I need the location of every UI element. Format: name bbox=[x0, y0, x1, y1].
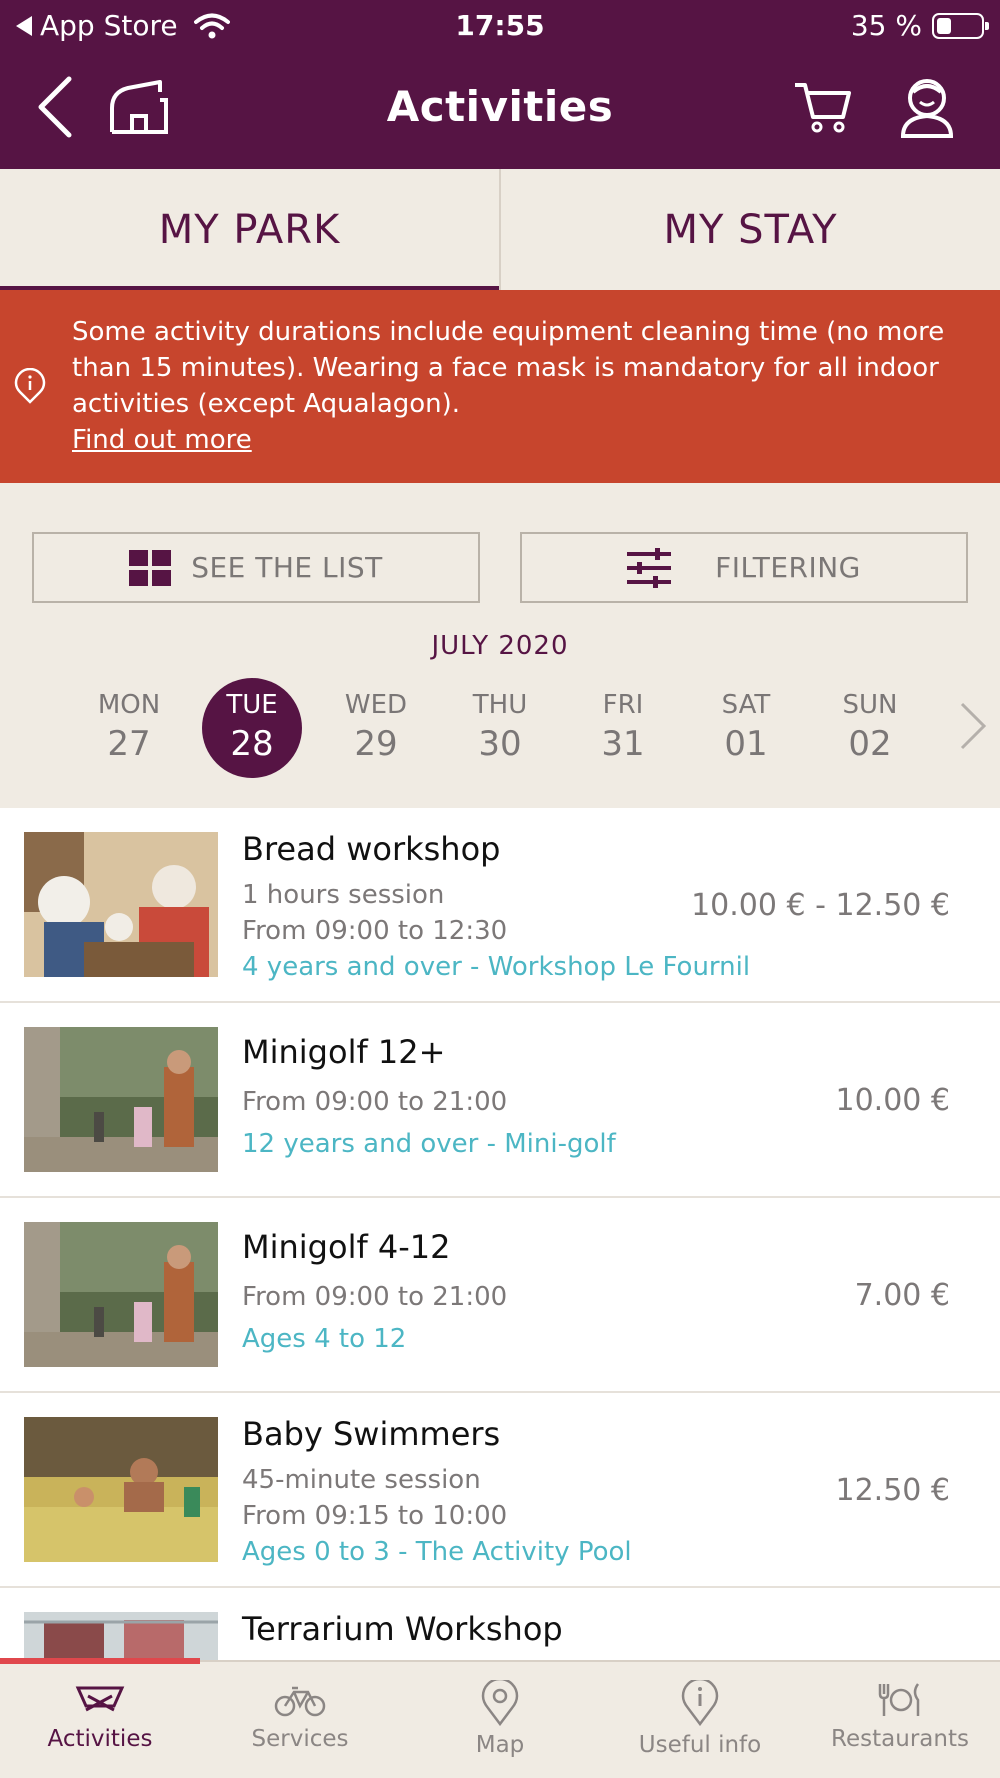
activity-tag: Ages 0 to 3 - The Activity Pool bbox=[242, 1537, 632, 1567]
nav-services-label: Services bbox=[251, 1726, 349, 1752]
scroll-progress-indicator bbox=[0, 1658, 200, 1664]
nav-restaurants-label: Restaurants bbox=[831, 1726, 969, 1752]
sliders-icon bbox=[627, 547, 672, 588]
day-date: 29 bbox=[354, 724, 398, 764]
see-the-list-button[interactable]: SEE THE LIST bbox=[32, 532, 480, 603]
activity-list: Bread workshop 1 hours session From 09:0… bbox=[0, 808, 1000, 1660]
activity-thumbnail bbox=[24, 1612, 218, 1660]
bread-workshop-photo bbox=[24, 832, 218, 977]
battery-icon bbox=[932, 12, 989, 39]
minigolf-photo bbox=[24, 1222, 218, 1367]
activity-session: 45-minute session bbox=[242, 1465, 481, 1495]
day-mon[interactable]: MON 27 bbox=[79, 678, 179, 778]
tab-my-park-label: MY PARK bbox=[158, 206, 341, 253]
alert-message: Some activity durations include equipmen… bbox=[72, 317, 945, 419]
activity-time: From 09:00 to 21:00 bbox=[242, 1087, 508, 1117]
day-name: MON bbox=[97, 690, 161, 720]
activity-price: 10.00 € - 12.50 € bbox=[691, 888, 950, 923]
day-thu[interactable]: THU 30 bbox=[450, 678, 550, 778]
activity-title: Minigolf 4-12 bbox=[242, 1228, 451, 1266]
activities-icon bbox=[75, 1686, 125, 1712]
tab-my-stay[interactable]: MY STAY bbox=[501, 169, 1000, 290]
activity-thumbnail bbox=[24, 1027, 218, 1172]
nav-useful-info-label: Useful info bbox=[638, 1732, 762, 1758]
cart-icon bbox=[795, 83, 851, 133]
info-icon bbox=[14, 368, 46, 404]
day-date: 02 bbox=[848, 724, 892, 764]
tab-my-stay-label: MY STAY bbox=[663, 206, 838, 253]
activity-time: From 09:00 to 12:30 bbox=[242, 916, 508, 946]
day-sat[interactable]: SAT 01 bbox=[696, 678, 796, 778]
covid-alert-banner: Some activity durations include equipmen… bbox=[0, 290, 1000, 483]
filtering-button[interactable]: FILTERING bbox=[520, 532, 968, 603]
filtering-label: FILTERING bbox=[715, 551, 861, 584]
day-sun[interactable]: SUN 02 bbox=[820, 678, 920, 778]
info-pin-icon bbox=[681, 1680, 719, 1726]
activity-thumbnail bbox=[24, 1417, 218, 1562]
calendar-month: JULY 2020 bbox=[431, 631, 569, 661]
park-stay-tabs: MY PARK MY STAY bbox=[0, 169, 1000, 290]
cart-button[interactable] bbox=[788, 72, 858, 142]
activity-row-minigolf-4-12[interactable]: Minigolf 4-12 From 09:00 to 21:00 Ages 4… bbox=[0, 1198, 1000, 1393]
day-name: THU bbox=[472, 690, 528, 720]
day-date: 27 bbox=[107, 724, 151, 764]
battery-status: 35 % bbox=[850, 9, 989, 42]
activity-title: Terrarium Workshop bbox=[242, 1610, 563, 1648]
day-name: SAT bbox=[721, 690, 771, 720]
activity-time: From 09:00 to 21:00 bbox=[242, 1282, 508, 1312]
bicycle-icon bbox=[274, 1686, 326, 1717]
activity-time: From 09:15 to 10:00 bbox=[242, 1501, 508, 1531]
cutlery-icon bbox=[878, 1683, 920, 1716]
activity-price: 7.00 € bbox=[854, 1278, 950, 1313]
terrarium-photo bbox=[24, 1612, 218, 1660]
day-date: 31 bbox=[601, 724, 645, 764]
activity-row-baby-swimmers[interactable]: Baby Swimmers 45-minute session From 09:… bbox=[0, 1393, 1000, 1588]
activity-row-minigolf-12[interactable]: Minigolf 12+ From 09:00 to 21:00 12 year… bbox=[0, 1003, 1000, 1198]
day-name: WED bbox=[344, 690, 408, 720]
activity-tag: 4 years and over - Workshop Le Fournil bbox=[242, 952, 751, 982]
profile-icon bbox=[900, 79, 954, 138]
day-wed[interactable]: WED 29 bbox=[326, 678, 426, 778]
day-tue-selected[interactable]: TUE 28 bbox=[202, 678, 302, 778]
nav-map[interactable]: Map bbox=[400, 1680, 600, 1758]
nav-activities[interactable]: Activities bbox=[0, 1680, 200, 1752]
day-date: 01 bbox=[724, 724, 768, 764]
activity-price: 12.50 € bbox=[835, 1473, 950, 1508]
next-week-chevron-icon[interactable] bbox=[958, 700, 988, 752]
activity-title: Baby Swimmers bbox=[242, 1415, 501, 1453]
minigolf-photo bbox=[24, 1027, 218, 1172]
battery-percent: 35 % bbox=[850, 9, 922, 42]
day-fri[interactable]: FRI 31 bbox=[573, 678, 673, 778]
day-date: 28 bbox=[230, 724, 274, 764]
baby-swimmers-photo bbox=[24, 1417, 218, 1562]
day-name: SUN bbox=[842, 690, 898, 720]
activity-row-bread-workshop[interactable]: Bread workshop 1 hours session From 09:0… bbox=[0, 808, 1000, 1003]
map-pin-icon bbox=[481, 1680, 519, 1726]
day-name: TUE bbox=[226, 690, 278, 720]
alert-body: Some activity durations include equipmen… bbox=[72, 314, 972, 458]
day-date: 30 bbox=[478, 724, 522, 764]
see-the-list-label: SEE THE LIST bbox=[191, 551, 383, 584]
nav-activities-label: Activities bbox=[47, 1726, 153, 1752]
nav-restaurants[interactable]: Restaurants bbox=[800, 1680, 1000, 1752]
activity-thumbnail bbox=[24, 832, 218, 977]
activity-price: 10.00 € bbox=[835, 1083, 950, 1118]
activity-tag: 12 years and over - Mini-golf bbox=[242, 1129, 616, 1159]
activity-thumbnail bbox=[24, 1222, 218, 1367]
profile-button[interactable] bbox=[892, 72, 962, 142]
nav-services[interactable]: Services bbox=[200, 1680, 400, 1752]
activity-session: 1 hours session bbox=[242, 880, 445, 910]
tab-my-park[interactable]: MY PARK bbox=[0, 169, 501, 290]
activity-title: Bread workshop bbox=[242, 830, 501, 868]
day-name: FRI bbox=[602, 690, 644, 720]
activity-title: Minigolf 12+ bbox=[242, 1033, 446, 1071]
activity-tag: Ages 4 to 12 bbox=[242, 1324, 407, 1354]
status-bar: App Store 17:55 35 % bbox=[0, 0, 1000, 50]
activity-row-terrarium-workshop[interactable]: Terrarium Workshop bbox=[0, 1588, 1000, 1660]
top-bar: App Store 17:55 35 % Activities bbox=[0, 0, 1000, 169]
nav-useful-info[interactable]: Useful info bbox=[600, 1680, 800, 1758]
find-out-more-link[interactable]: Find out more bbox=[72, 422, 972, 458]
nav-map-label: Map bbox=[475, 1732, 525, 1758]
grid-icon bbox=[129, 549, 172, 586]
